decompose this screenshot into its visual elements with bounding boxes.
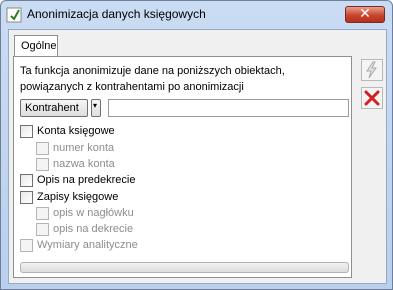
checkbox-opis-naglowek[interactable] [36, 207, 49, 220]
dialog-window: Anonimizacja danych księgowych ✕ Ogólne … [0, 0, 393, 290]
checkbox-opis-dekrecie[interactable] [36, 223, 49, 236]
label-nazwa-konta: nazwa konta [53, 158, 115, 170]
checkbox-nazwa-konta[interactable] [36, 158, 49, 171]
app-icon [6, 7, 22, 23]
label-opis-predekrecie: Opis na predekrecie [37, 174, 136, 186]
progress-bar [20, 262, 349, 273]
titlebar[interactable]: Anonimizacja danych księgowych ✕ [1, 1, 392, 29]
window-title: Anonimizacja danych księgowych [27, 7, 206, 21]
lightning-icon [366, 61, 377, 79]
tab-ogolne[interactable]: Ogólne [14, 35, 58, 57]
checkbox-zapisy-ksiegowe[interactable] [20, 191, 33, 204]
close-icon: ✕ [359, 6, 371, 22]
checkbox-opis-predekrecie[interactable] [20, 174, 33, 187]
checkbox-wymiary-analityczne[interactable] [20, 239, 33, 252]
run-anonymization-button[interactable] [361, 59, 383, 81]
label-numer-konta: numer konta [53, 142, 115, 154]
checkbox-numer-konta[interactable] [36, 142, 49, 155]
description-text: Ta funkcja anonimizuje dane na poniższyc… [20, 65, 285, 93]
tab-panel: Ta funkcja anonimizuje dane na poniższyc… [13, 56, 352, 278]
label-opis-dekrecie: opis na dekrecie [53, 223, 134, 235]
tab-label: Ogólne [21, 40, 57, 52]
checkbox-konta-ksiegowe[interactable] [20, 125, 33, 138]
label-opis-naglowek: opis w nagłówku [53, 207, 134, 219]
object-type-dropdown[interactable]: Kontrahent [20, 99, 88, 117]
dialog-client-area: Ogólne Ta funkcja anonimizuje dane na po… [8, 29, 387, 284]
dropdown-arrow-button[interactable]: ▾ [91, 99, 101, 117]
chevron-down-icon: ▾ [93, 101, 98, 110]
label-wymiary-analityczne: Wymiary analityczne [37, 239, 138, 251]
cancel-button[interactable] [361, 87, 383, 109]
close-button[interactable]: ✕ [345, 6, 385, 23]
object-type-value: Kontrahent [25, 102, 79, 114]
label-zapisy-ksiegowe: Zapisy księgowe [37, 191, 119, 203]
cross-icon [364, 90, 380, 106]
object-search-input[interactable] [108, 99, 349, 117]
label-konta-ksiegowe: Konta księgowe [37, 125, 115, 137]
